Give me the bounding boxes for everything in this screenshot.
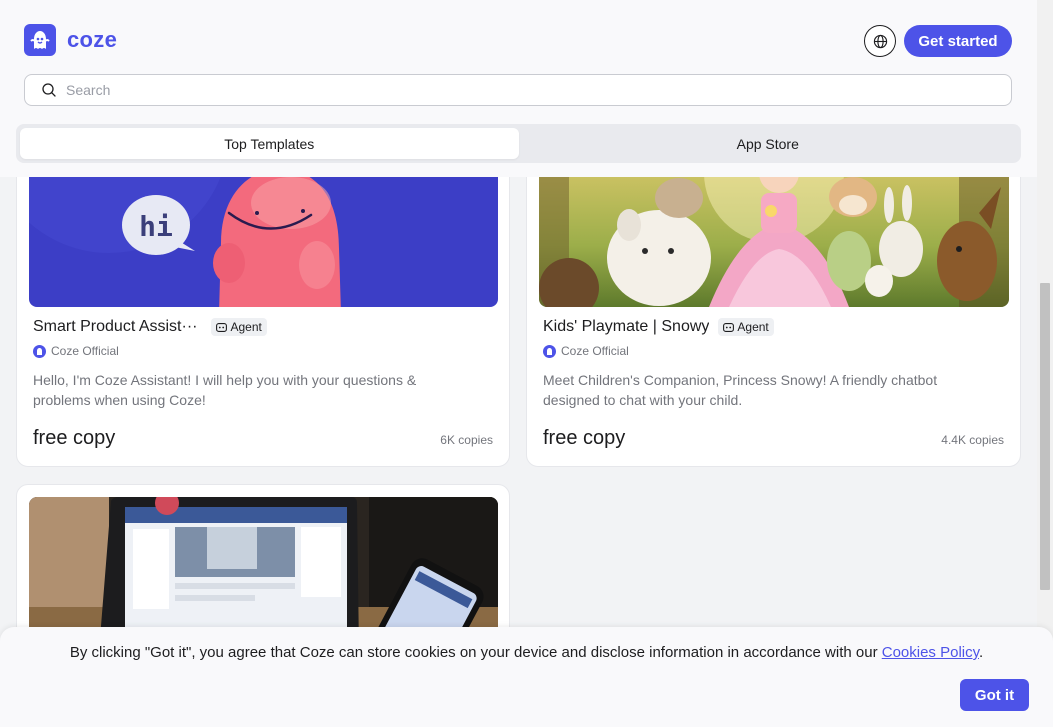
coze-official-avatar [33, 344, 46, 358]
language-button[interactable] [864, 25, 896, 57]
card-author: Coze Official [543, 344, 629, 358]
globe-icon [873, 34, 887, 48]
card-price: free copy [543, 427, 626, 449]
robot-icon [723, 323, 735, 332]
card-copies: 4.4K copies [941, 433, 1004, 447]
card-description: Hello, I'm Coze Assistant! I will help y… [33, 372, 417, 408]
card-title-row: Kids' Playmate | Snowy Agent [543, 318, 774, 336]
coze-logo-icon [24, 24, 56, 56]
card-title[interactable]: Kids' Playmate | Snowy [543, 318, 709, 336]
cookie-text: By clicking "Got it", you agree that Coz… [0, 644, 1053, 661]
cookie-text-body: By clicking "Got it", you agree that Coz… [69, 644, 882, 661]
page-scrollbar[interactable] [1037, 0, 1053, 727]
card-copies: 6K copies [440, 433, 493, 447]
agent-tag: Agent [718, 318, 774, 336]
card-author: Coze Official [33, 344, 119, 358]
search-icon [42, 83, 56, 97]
tab-top-templates[interactable]: Top Templates [20, 128, 519, 159]
logo-text: coze [67, 27, 118, 52]
coze-logo[interactable]: coze [24, 24, 117, 56]
template-tabs: Top Templates App Store [16, 124, 1021, 163]
tab-app-store[interactable]: App Store [519, 128, 1018, 159]
get-started-button[interactable]: Get started [904, 25, 1012, 57]
got-it-button[interactable]: Got it [960, 679, 1029, 711]
template-card-kids-playmate[interactable]: Kids' Playmate | Snowy Agent Coze Offici… [526, 140, 1021, 467]
top-header: coze Get started Top Templates App Store [0, 0, 1037, 177]
cookie-text-end: . [979, 644, 984, 661]
cookies-policy-link[interactable]: Cookies Policy [882, 644, 979, 661]
cookie-banner: By clicking "Got it", you agree that Coz… [0, 627, 1053, 727]
scrollbar-thumb[interactable] [1040, 283, 1050, 590]
agent-tag: Agent [211, 318, 267, 336]
coze-official-avatar [543, 344, 556, 358]
card-description: Meet Children's Companion, Princess Snow… [543, 372, 938, 408]
hi-bubble-text: hi [139, 210, 173, 243]
robot-icon [216, 323, 228, 332]
search-bar[interactable] [24, 74, 1012, 106]
template-card-smart-product-assistant[interactable]: hi Smart Product Assist··· Agent Coze Of… [16, 140, 510, 467]
card-price: free copy [33, 427, 116, 449]
agent-tag-label: Agent [737, 320, 769, 334]
search-input[interactable] [66, 82, 1011, 98]
author-name: Coze Official [51, 344, 119, 358]
card-title-row: Smart Product Assist··· Agent [33, 318, 267, 336]
agent-tag-label: Agent [230, 320, 262, 334]
author-name: Coze Official [561, 344, 629, 358]
card-title[interactable]: Smart Product Assist··· [33, 318, 197, 336]
